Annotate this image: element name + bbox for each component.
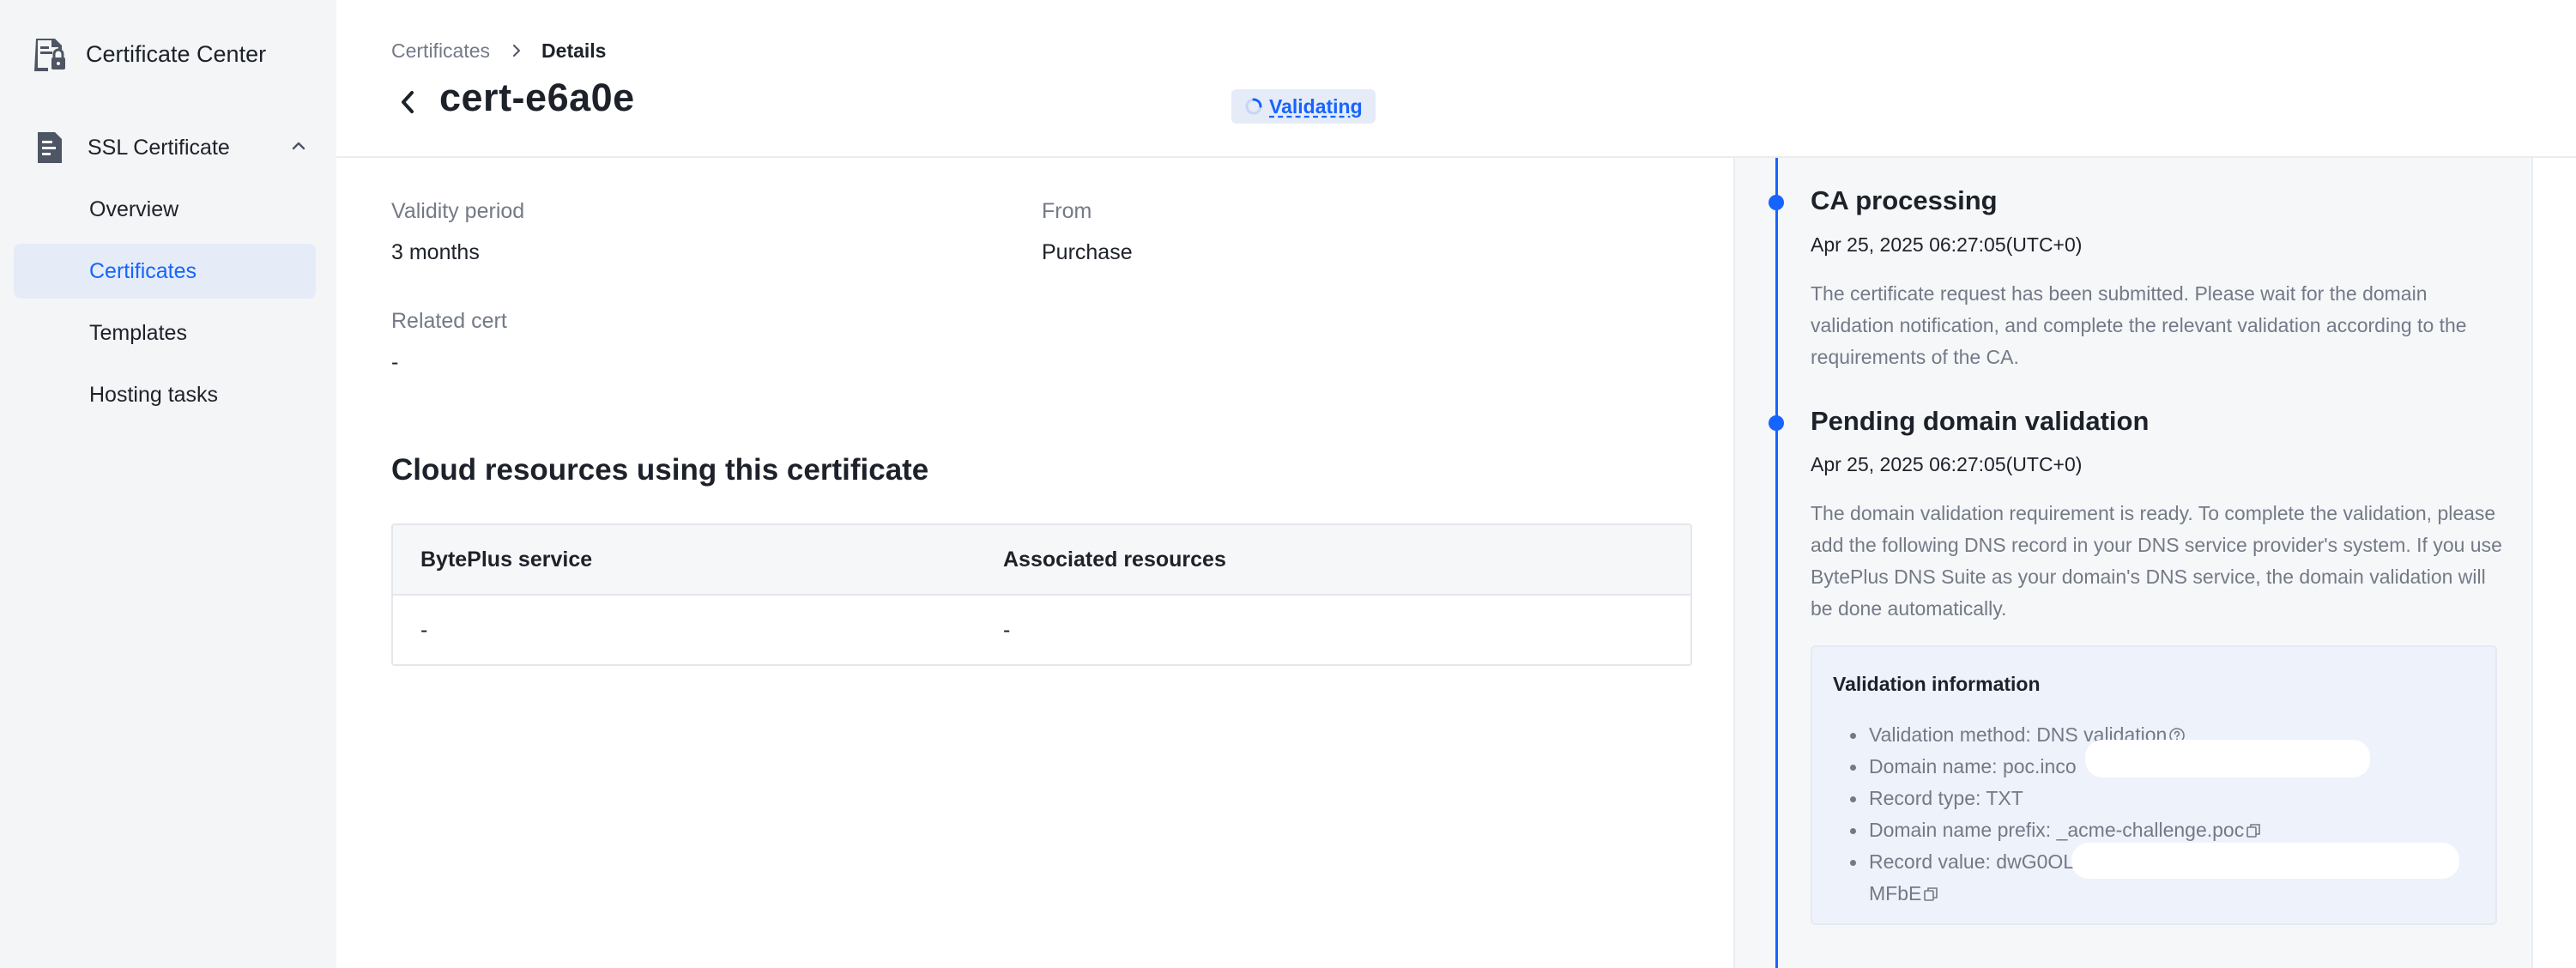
domain-name: Domain name: poc.inco <box>1869 755 2077 777</box>
validation-info-title: Validation information <box>1833 673 2041 695</box>
panel-edge <box>2531 158 2533 968</box>
validity-period-value: 3 months <box>391 240 480 264</box>
resources-section-title: Cloud resources using this certificate <box>391 453 929 487</box>
page-title: cert-e6a0e <box>439 76 635 119</box>
sidebar-item-hosting-tasks[interactable]: Hosting tasks <box>14 367 316 422</box>
chevron-right-icon <box>513 45 521 57</box>
list-item: Domain name prefix: _acme-challenge.poc <box>1835 814 2487 846</box>
timeline-line <box>1775 158 1778 968</box>
sidebar-item-certificates[interactable]: Certificates <box>14 244 316 299</box>
status-label: Validating <box>1269 94 1363 118</box>
timeline-step-title: Pending domain validation <box>1811 406 2150 436</box>
sidebar-item-label: Templates <box>89 321 187 345</box>
redaction-mask <box>2071 843 2459 879</box>
timeline-step-title: CA processing <box>1811 185 1998 215</box>
loading-spinner-icon <box>1245 98 1262 115</box>
breadcrumb: Certificates Details <box>391 36 606 65</box>
timeline-step-time: Apr 25, 2025 06:27:05(UTC+0) <box>1811 233 2083 256</box>
copy-icon[interactable] <box>2246 823 2261 838</box>
copy-icon[interactable] <box>1923 886 1938 902</box>
sidebar-item-label: Overview <box>89 197 179 221</box>
related-cert-label: Related cert <box>391 309 507 333</box>
timeline-dot <box>1769 195 1784 210</box>
timeline-step-description: The domain validation requirement is rea… <box>1811 502 2502 620</box>
sidebar-item-label: Hosting tasks <box>89 383 219 407</box>
breadcrumb-certificates[interactable]: Certificates <box>391 39 490 63</box>
sidebar-item-templates[interactable]: Templates <box>14 306 316 360</box>
table-header: BytePlus service Associated resources <box>393 525 1690 596</box>
table-cell: - <box>420 618 428 642</box>
record-value: Record value: dwG0OL <box>1869 850 2075 873</box>
related-cert-value: - <box>391 350 399 374</box>
timeline-step-description: The certificate request has been submitt… <box>1811 282 2467 368</box>
validation-info-box: Validation information Validation method… <box>1811 645 2497 925</box>
from-value: Purchase <box>1042 240 1133 264</box>
record-value-continued: MFbE <box>1869 882 1922 904</box>
back-arrow-icon[interactable] <box>395 88 420 117</box>
record-type: Record type: TXT <box>1869 787 2023 809</box>
list-item: Record type: TXT <box>1835 783 2487 814</box>
column-header: BytePlus service <box>420 548 593 572</box>
column-header: Associated resources <box>1003 548 1226 572</box>
status-badge[interactable]: Validating <box>1231 89 1376 124</box>
timeline-dot <box>1769 415 1784 431</box>
menu-group-label: SSL Certificate <box>88 135 230 160</box>
from-label: From <box>1042 199 1092 223</box>
domain-name-prefix: Domain name prefix: _acme-challenge.poc <box>1869 819 2245 841</box>
sidebar-item-label: Certificates <box>89 259 197 283</box>
timeline-step-time: Apr 25, 2025 06:27:05(UTC+0) <box>1811 453 2083 475</box>
table-cell: - <box>1003 618 1011 642</box>
sidebar: Certificate Center SSL Certificate Overv… <box>0 0 336 968</box>
brand-title: Certificate Center <box>86 40 267 67</box>
page-header: Certificates Details cert-e6a0e Validati… <box>336 0 2576 158</box>
certificate-icon <box>38 132 62 163</box>
brand: Certificate Center <box>31 33 266 76</box>
chevron-up-icon[interactable] <box>288 136 309 156</box>
redaction-mask <box>2085 740 2370 777</box>
menu-group-ssl-certificate[interactable]: SSL Certificate <box>34 127 309 168</box>
resources-table: BytePlus service Associated resources - … <box>391 523 1692 666</box>
validity-period-label: Validity period <box>391 199 525 223</box>
sidebar-item-overview[interactable]: Overview <box>14 182 316 237</box>
breadcrumb-details: Details <box>541 39 607 62</box>
certificate-lock-icon <box>34 39 65 71</box>
